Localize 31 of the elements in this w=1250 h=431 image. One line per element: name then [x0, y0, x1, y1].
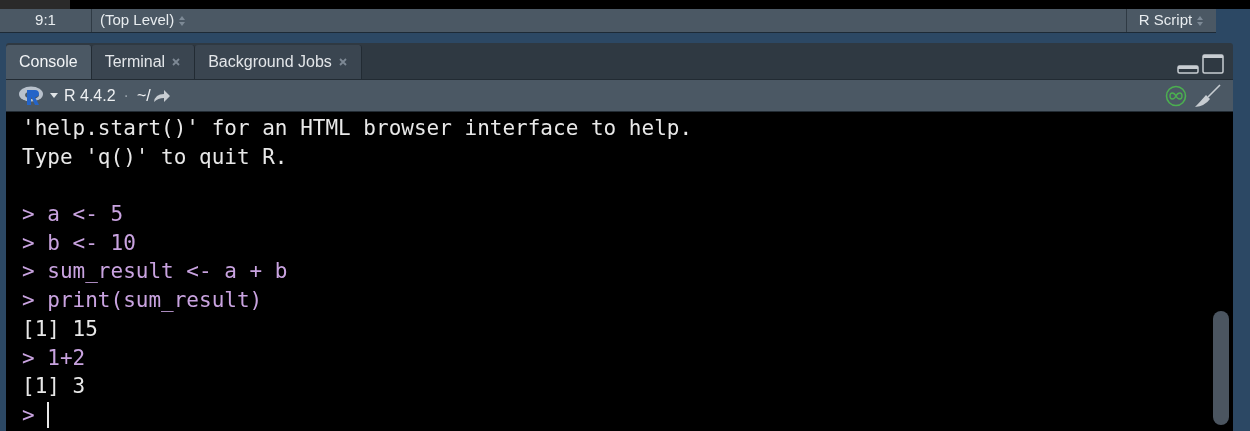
console-command-text: > a <- 5: [22, 201, 125, 229]
r-version: R 4.4.2: [64, 85, 116, 106]
infinity-icon[interactable]: [1165, 84, 1187, 107]
file-type-selector[interactable]: R Script: [1126, 9, 1216, 32]
close-icon[interactable]: [171, 57, 182, 67]
console-command-text: > sum_result <- a + b: [22, 258, 289, 286]
tab[interactable]: Console: [6, 45, 92, 79]
close-icon[interactable]: [337, 57, 348, 67]
working-directory: ~/: [136, 85, 151, 106]
console-output-text: [1] 3: [22, 373, 87, 401]
scope-selector[interactable]: (Top Level): [92, 9, 195, 32]
separator-dot: ·: [123, 85, 129, 106]
broom-icon[interactable]: [1193, 83, 1221, 108]
go-to-directory-icon[interactable]: [152, 88, 171, 103]
console-prompt: >: [22, 401, 36, 429]
console-output-text: Type 'q()' to quit R.: [22, 143, 289, 171]
maximize-icon[interactable]: [1202, 54, 1224, 74]
up-down-icon: [1196, 14, 1205, 27]
tab[interactable]: Terminal: [91, 45, 196, 79]
r-logo-icon[interactable]: [18, 84, 44, 107]
text-cursor: [47, 402, 50, 429]
console-output-text: [1] 15: [22, 315, 99, 343]
minimize-icon[interactable]: [1177, 64, 1199, 74]
console-command-text: > 1+2: [22, 344, 87, 372]
dropdown-caret-icon[interactable]: [50, 93, 58, 98]
tab[interactable]: Background Jobs: [195, 45, 362, 79]
console-output-text: 'help.start()' for an HTML browser interface to help.: [22, 115, 694, 142]
up-down-icon: [178, 14, 187, 27]
cursor-position: 9:1: [0, 9, 92, 32]
console-command-text: > print(sum_result): [22, 287, 264, 315]
console-command-text: > b <- 10: [22, 229, 137, 257]
